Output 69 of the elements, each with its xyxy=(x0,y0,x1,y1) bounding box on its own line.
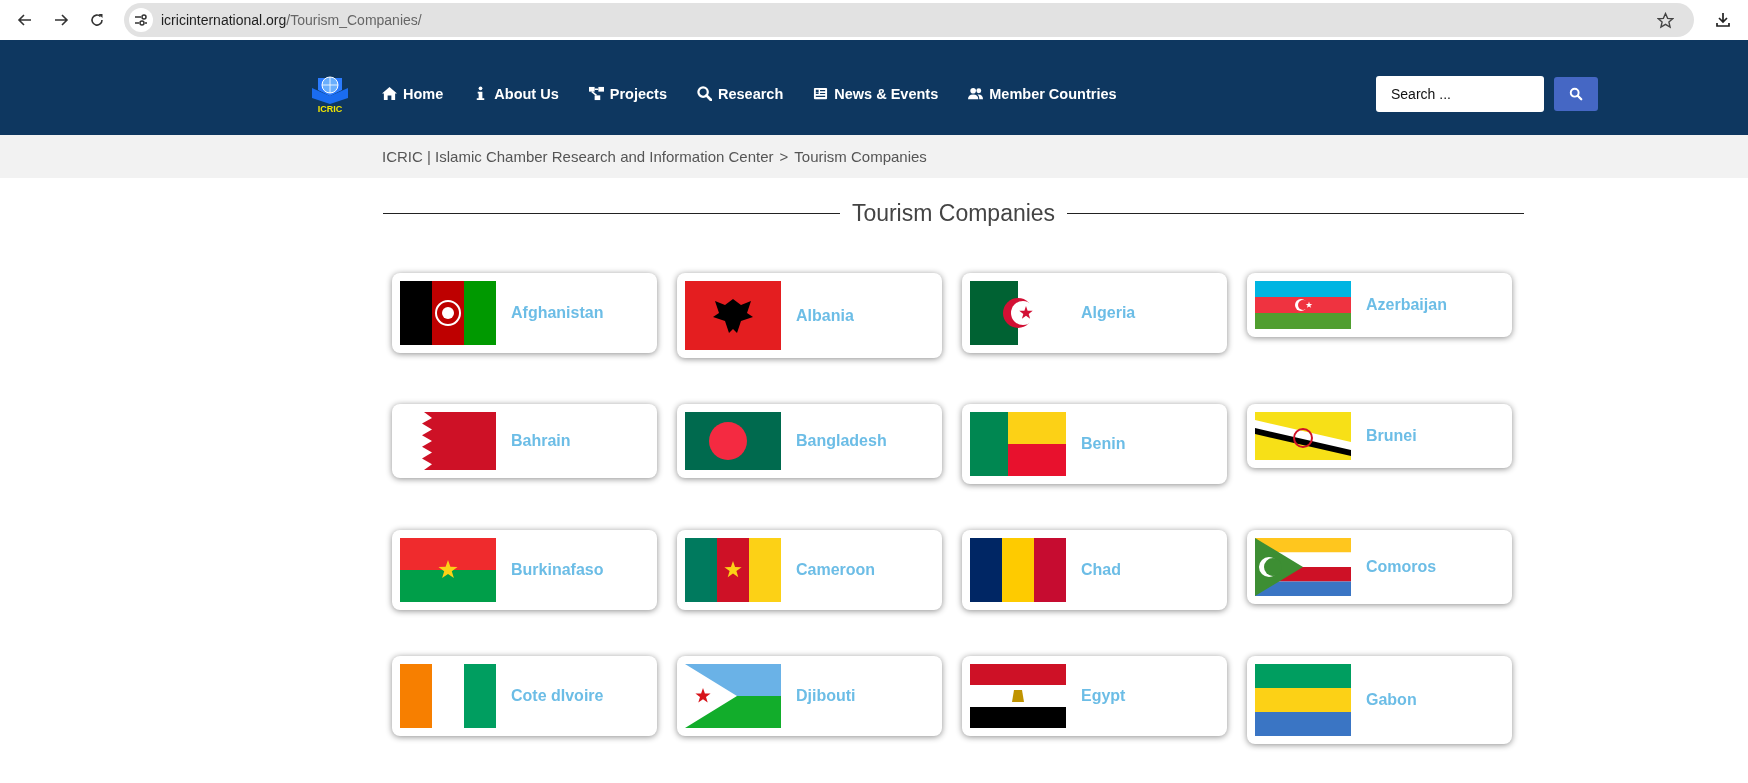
breadcrumb-link[interactable]: ICRIC | Islamic Chamber Research and Information Center xyxy=(382,148,774,165)
country-name: Benin xyxy=(1081,435,1126,453)
logo[interactable]: ICRIC xyxy=(308,73,352,114)
country-card[interactable]: Algeria xyxy=(962,273,1227,353)
house-icon xyxy=(382,86,397,101)
country-name: Burkinafaso xyxy=(511,561,604,579)
flag-icon xyxy=(400,281,496,345)
country-name: Bahrain xyxy=(511,432,571,450)
nav-link[interactable]: Member Countries xyxy=(968,85,1117,102)
flag-icon xyxy=(685,664,781,728)
country-card[interactable]: Albania xyxy=(677,273,942,358)
newspaper-icon xyxy=(813,86,829,101)
country-card[interactable]: Azerbaijan xyxy=(1247,273,1512,337)
country-card[interactable]: Egypt xyxy=(962,656,1227,736)
page-title: Tourism Companies xyxy=(851,200,1056,227)
search-icon xyxy=(696,86,712,101)
flag-icon xyxy=(400,412,496,470)
country-name: Chad xyxy=(1081,561,1121,579)
country-card[interactable]: Cameroon xyxy=(677,530,942,610)
country-name: Azerbaijan xyxy=(1366,296,1447,314)
sitemap-icon xyxy=(588,86,604,101)
country-card[interactable]: Benin xyxy=(962,404,1227,484)
users-icon xyxy=(968,86,984,101)
nav-link[interactable]: Research xyxy=(696,85,784,102)
site-settings-icon[interactable] xyxy=(129,8,153,32)
nav-link[interactable]: Home xyxy=(382,85,444,102)
country-name: Algeria xyxy=(1081,304,1136,322)
country-name: Djibouti xyxy=(796,687,856,705)
country-name: Egypt xyxy=(1081,687,1126,705)
country-card[interactable]: Cote dIvoire xyxy=(392,656,657,736)
flag-icon xyxy=(970,538,1066,602)
country-name: Comoros xyxy=(1366,558,1437,576)
country-card[interactable]: Bangladesh xyxy=(677,404,942,478)
country-name: Gabon xyxy=(1366,691,1417,709)
country-card[interactable]: Afghanistan xyxy=(392,273,657,353)
country-card[interactable]: Djibouti xyxy=(677,656,942,736)
flag-icon xyxy=(970,412,1066,476)
search-button[interactable] xyxy=(1554,76,1598,111)
country-name: Bangladesh xyxy=(796,432,887,450)
country-card[interactable]: Bahrain xyxy=(392,404,657,478)
flag-icon xyxy=(400,664,496,728)
flag-icon xyxy=(685,412,781,470)
country-name: Cameroon xyxy=(796,561,876,579)
flag-icon xyxy=(1255,281,1351,329)
country-name: Cote dIvoire xyxy=(511,687,604,705)
country-card[interactable]: Burkinafaso xyxy=(392,530,657,610)
breadcrumb-separator: > xyxy=(779,148,789,165)
flag-icon xyxy=(1255,664,1351,736)
search-icon xyxy=(1569,86,1583,101)
address-bar[interactable]: icricinternational.org/Tourism_Companies/ xyxy=(124,3,1694,37)
country-card[interactable]: Comoros xyxy=(1247,530,1512,604)
country-card[interactable]: Brunei xyxy=(1247,404,1512,468)
country-name: Brunei xyxy=(1366,427,1417,445)
country-name: Albania xyxy=(796,306,854,325)
breadcrumb-current: Tourism Companies xyxy=(794,148,927,165)
nav-link[interactable]: Projects xyxy=(588,85,667,102)
bookmark-star-icon[interactable] xyxy=(1657,11,1674,29)
flag-icon xyxy=(400,538,496,602)
flag-icon xyxy=(685,281,781,350)
nav-link[interactable]: About Us xyxy=(473,85,559,102)
flag-icon xyxy=(685,538,781,602)
nav-link[interactable]: News & Events xyxy=(813,85,939,102)
country-card[interactable]: Chad xyxy=(962,530,1227,610)
flag-icon xyxy=(970,664,1066,728)
url-text: icricinternational.org/Tourism_Companies/ xyxy=(161,12,423,28)
country-card[interactable]: Gabon xyxy=(1247,656,1512,744)
search-field[interactable]: Search ... xyxy=(1376,75,1544,112)
flag-icon xyxy=(1255,538,1351,596)
country-name: Afghanistan xyxy=(511,304,604,322)
